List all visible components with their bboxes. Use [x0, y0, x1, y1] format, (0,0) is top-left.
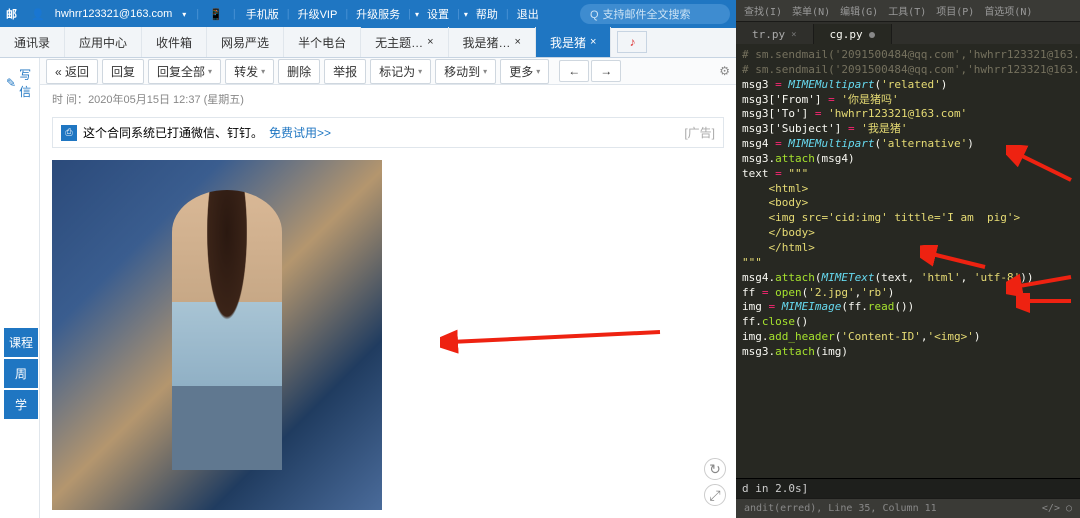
search-box[interactable]: Q支持邮件全文搜索 — [580, 4, 730, 24]
compose-column: ✎ 写信 — [0, 58, 40, 518]
editor-menu-item[interactable]: 首选项(N) — [984, 3, 1032, 18]
mail-meta: 时 间：2020年05月15日 12:37 (星期五) — [40, 85, 736, 113]
ad-icon: ⎙ — [61, 125, 77, 141]
top-link[interactable]: 升级服务 — [356, 6, 400, 22]
mail-tab[interactable]: 半个电台 — [284, 27, 361, 57]
status-dot-icon[interactable]: ○ — [1066, 503, 1072, 514]
annotation-arrow-icon — [440, 322, 670, 372]
mail-tabs-row: 通讯录应用中心收件箱网易严选半个电台 无主题…×我是猪…×我是猪× ♪ — [0, 28, 736, 58]
mail-tab[interactable]: 无主题…× — [361, 27, 448, 57]
delete-button[interactable]: 删除 — [278, 59, 320, 84]
close-icon[interactable]: × — [427, 36, 433, 48]
top-link[interactable]: 退出 — [517, 6, 539, 22]
mail-tab[interactable]: 通讯录 — [0, 27, 65, 57]
editor-status-bar: andit(erred), Line 35, Column 11 </> ○ — [736, 498, 1080, 518]
close-icon[interactable]: × — [791, 30, 796, 40]
gear-icon[interactable]: ⚙ — [719, 64, 730, 78]
side-float-item[interactable]: 课程 — [4, 328, 38, 357]
mail-client: 邮 👤 hwhrr123321@163.com ▾ | 📱 | 手机版|升级VI… — [0, 0, 736, 518]
mail-tab[interactable]: 我是猪× — [536, 27, 611, 57]
editor-tabs: tr.py×cg.py — [736, 22, 1080, 44]
next-mail-button[interactable]: → — [591, 60, 621, 82]
brand-logo: 邮 — [6, 6, 17, 22]
status-left: andit(erred), Line 35, Column 11 — [744, 503, 937, 514]
close-icon[interactable]: × — [515, 36, 521, 48]
search-icon: Q — [590, 9, 599, 21]
close-icon[interactable]: × — [590, 36, 596, 48]
side-float: 课程周学 — [4, 328, 38, 421]
top-link[interactable]: 帮助 — [476, 6, 498, 22]
image-controls: ↻ ⤢ — [704, 458, 726, 506]
music-tab-icon[interactable]: ♪ — [617, 31, 647, 53]
top-link[interactable]: 升级VIP — [298, 6, 338, 22]
editor-menu-item[interactable]: 工具(T) — [888, 3, 926, 18]
mail-tab[interactable]: 网易严选 — [207, 27, 284, 57]
editor-menu-item[interactable]: 菜单(N) — [792, 3, 830, 18]
dropdown-caret-icon[interactable]: ▾ — [182, 10, 186, 19]
reply-all-button[interactable]: 回复全部▾ — [148, 59, 221, 84]
top-link[interactable]: 手机版 — [246, 6, 279, 22]
mail-tab[interactable]: 应用中心 — [65, 27, 142, 57]
code-area[interactable]: # sm.sendmail('2091500484@qq.com','hwhrr… — [736, 44, 1080, 478]
top-link[interactable]: 设置 — [427, 6, 449, 22]
reply-button[interactable]: 回复 — [102, 59, 144, 84]
status-icon[interactable]: </> — [1042, 503, 1060, 514]
editor-menu-bar: 查找(I) 菜单(N) 编辑(G) 工具(T) 项目(P) 首选项(N) — [736, 0, 1080, 22]
move-button[interactable]: 移动到▾ — [435, 59, 496, 84]
code-editor: 查找(I) 菜单(N) 编辑(G) 工具(T) 项目(P) 首选项(N) tr.py×cg… — [736, 0, 1080, 518]
user-icon: 👤 — [31, 8, 45, 21]
fit-button[interactable]: ⤢ — [704, 484, 726, 506]
more-button[interactable]: 更多▾ — [500, 59, 549, 84]
side-float-item[interactable]: 学 — [4, 390, 38, 419]
compose-icon: ✎ — [6, 76, 16, 90]
back-button[interactable]: « 返回 — [46, 59, 98, 84]
user-email[interactable]: hwhrr123321@163.com — [55, 8, 173, 20]
mobile-icon: 📱 — [209, 8, 223, 21]
editor-output: d in 2.0s] — [736, 478, 1080, 498]
forward-button[interactable]: 转发▾ — [225, 59, 274, 84]
editor-tab[interactable]: tr.py× — [736, 24, 814, 44]
prev-mail-button[interactable]: ← — [559, 60, 589, 82]
ad-link[interactable]: 免费试用>> — [269, 124, 331, 141]
compose-button[interactable]: ✎ 写信 — [0, 58, 39, 108]
side-float-item[interactable]: 周 — [4, 359, 38, 388]
editor-menu-item[interactable]: 编辑(G) — [840, 3, 878, 18]
mail-toolbar: « 返回 回复 回复全部▾ 转发▾ 删除 举报 标记为▾ 移动到▾ 更多▾ ← … — [40, 58, 736, 85]
rotate-button[interactable]: ↻ — [704, 458, 726, 480]
ad-banner: ⎙ 这个合同系统已打通微信、钉钉。 免费试用>> [广告] — [52, 117, 724, 148]
embedded-image[interactable] — [52, 160, 382, 510]
editor-menu-item[interactable]: 项目(P) — [936, 3, 974, 18]
report-button[interactable]: 举报 — [324, 59, 366, 84]
mail-body: ↻ ⤢ — [40, 152, 736, 518]
close-icon[interactable] — [869, 32, 875, 38]
mail-top-bar: 邮 👤 hwhrr123321@163.com ▾ | 📱 | 手机版|升级VI… — [0, 0, 736, 28]
editor-tab[interactable]: cg.py — [814, 24, 892, 44]
mail-tab[interactable]: 收件箱 — [142, 27, 207, 57]
editor-menu-item[interactable]: 查找(I) — [744, 3, 782, 18]
mark-button[interactable]: 标记为▾ — [370, 59, 431, 84]
mail-tab[interactable]: 我是猪…× — [449, 27, 536, 57]
